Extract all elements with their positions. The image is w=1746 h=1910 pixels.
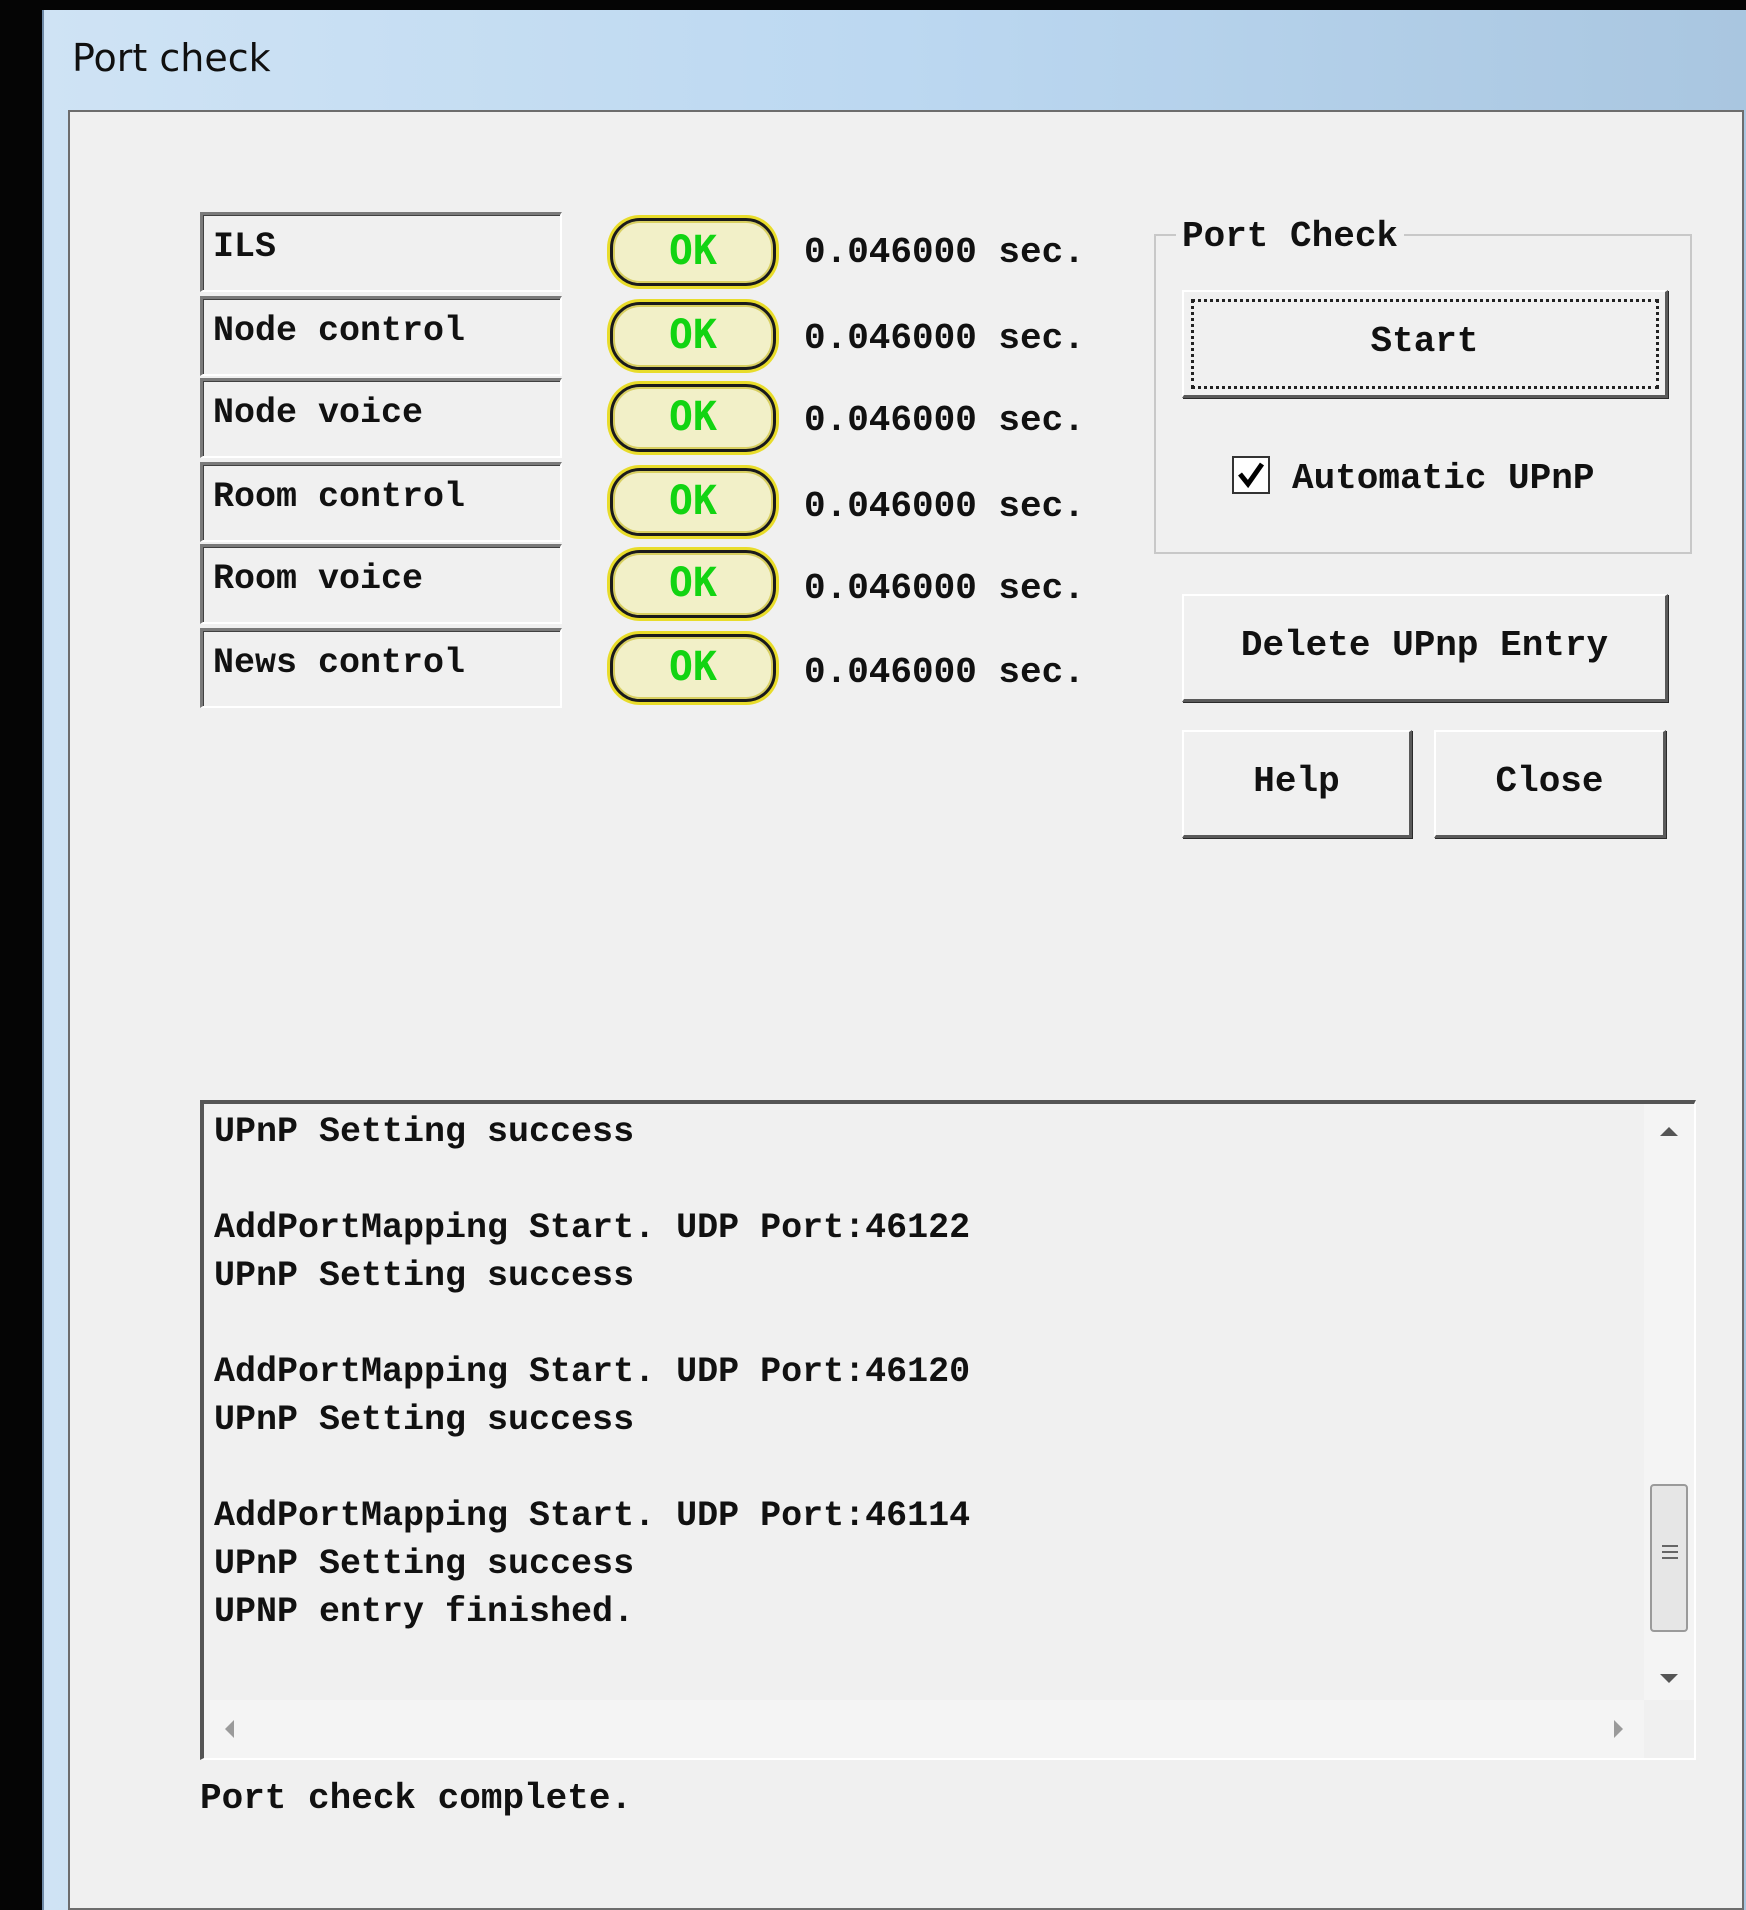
grip-icon (1662, 1545, 1678, 1559)
scroll-left-arrow-icon[interactable] (222, 1718, 236, 1740)
scroll-right-arrow-icon[interactable] (1612, 1718, 1626, 1740)
status-badge-news-control: OK (610, 634, 776, 702)
log-line: UPnP Setting success (214, 1544, 635, 1584)
port-check-window: Port check ILS OK 0.046000 sec. Node con… (42, 10, 1746, 1910)
log-line: AddPortMapping Start. UDP Port:46120 (214, 1352, 971, 1392)
title-bar[interactable]: Port check (44, 10, 1746, 108)
status-text: Port check complete. (200, 1778, 633, 1819)
log-text: UPnP Setting success AddPortMapping Star… (214, 1108, 1414, 1636)
delete-upnp-entry-button[interactable]: Delete UPnp Entry (1182, 594, 1668, 702)
start-button[interactable]: Start (1182, 290, 1668, 398)
timing-node-voice: 0.046000 sec. (804, 400, 1085, 441)
log-line: AddPortMapping Start. UDP Port:46114 (214, 1496, 971, 1536)
scroll-up-arrow-icon[interactable] (1658, 1124, 1680, 1138)
timing-node-control: 0.046000 sec. (804, 318, 1085, 359)
status-badge-node-control: OK (610, 302, 776, 370)
log-line: UPnP Setting success (214, 1400, 635, 1440)
timing-room-control: 0.046000 sec. (804, 486, 1085, 527)
log-textarea[interactable]: UPnP Setting success AddPortMapping Star… (200, 1100, 1696, 1760)
service-name-node-control: Node control (200, 296, 562, 376)
dialog-client-area: ILS OK 0.046000 sec. Node control OK 0.0… (68, 110, 1744, 1910)
timing-ils: 0.046000 sec. (804, 232, 1085, 273)
status-badge-node-voice: OK (610, 384, 776, 452)
timing-news-control: 0.046000 sec. (804, 652, 1085, 693)
scroll-down-arrow-icon[interactable] (1658, 1672, 1680, 1686)
service-name-ils: ILS (200, 212, 562, 292)
port-check-group-label: Port Check (1176, 216, 1405, 257)
service-name-room-control: Room control (200, 462, 562, 542)
service-name-news-control: News control (200, 628, 562, 708)
automatic-upnp-checkbox[interactable] (1232, 456, 1270, 494)
timing-room-voice: 0.046000 sec. (804, 568, 1085, 609)
log-line: AddPortMapping Start. UDP Port:46122 (214, 1208, 971, 1248)
service-name-node-voice: Node voice (200, 378, 562, 458)
status-badge-ils: OK (610, 218, 776, 286)
log-line: UPnP Setting success (214, 1112, 635, 1152)
service-name-room-voice: Room voice (200, 544, 562, 624)
log-line: UPNP entry finished. (214, 1592, 635, 1632)
status-badge-room-control: OK (610, 468, 776, 536)
checkmark-icon (1238, 462, 1265, 489)
automatic-upnp-label[interactable]: Automatic UPnP (1292, 458, 1594, 499)
vertical-scrollbar[interactable] (1644, 1104, 1694, 1700)
window-title: Port check (72, 36, 271, 80)
close-button[interactable]: Close (1434, 730, 1666, 838)
vertical-scroll-thumb[interactable] (1650, 1484, 1688, 1632)
log-line: UPnP Setting success (214, 1256, 635, 1296)
help-button[interactable]: Help (1182, 730, 1412, 838)
status-badge-room-voice: OK (610, 550, 776, 618)
horizontal-scrollbar[interactable] (204, 1700, 1644, 1758)
